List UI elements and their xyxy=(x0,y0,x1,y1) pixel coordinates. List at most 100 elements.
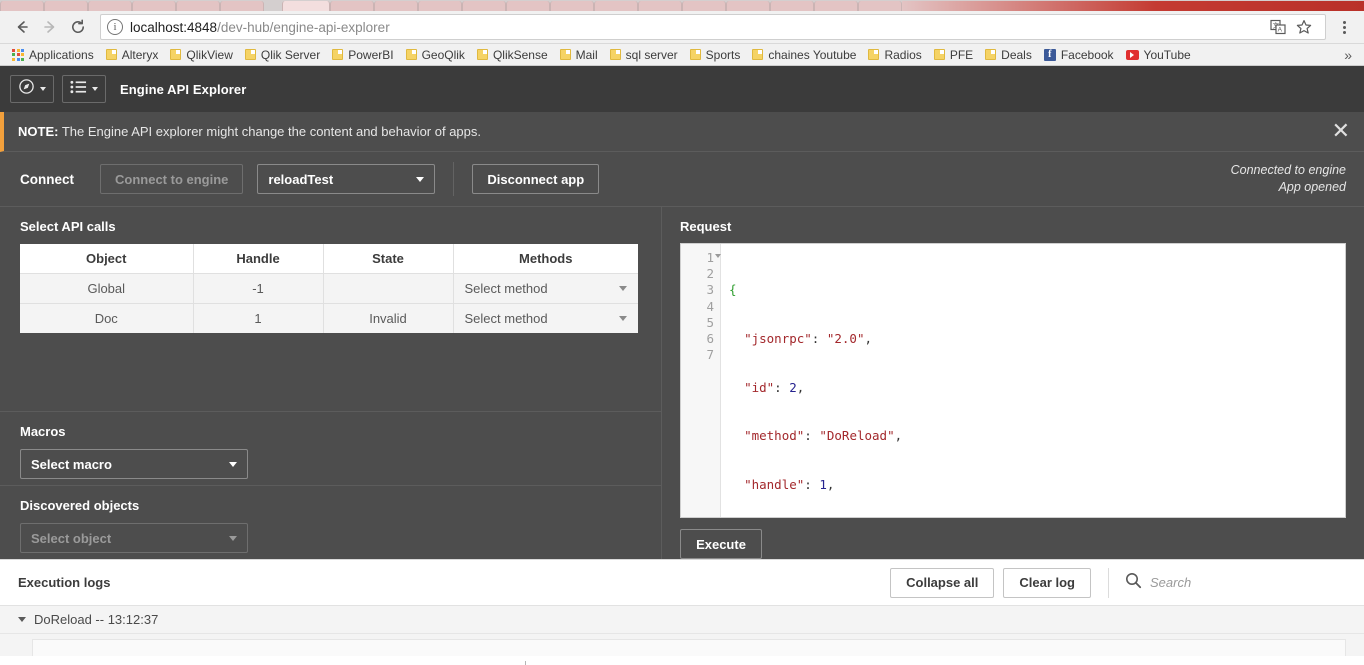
log-search[interactable]: Search xyxy=(1108,568,1346,598)
back-arrow-icon[interactable] xyxy=(8,13,36,41)
macros-section: Macros Select macro xyxy=(0,411,661,485)
code-line: { xyxy=(729,282,1345,298)
bookmark-label: sql server xyxy=(626,48,678,62)
bookmarks-overflow-icon[interactable]: » xyxy=(1344,47,1358,63)
json-value: "DoReload" xyxy=(819,428,894,443)
editor-gutter: 1 2 3 4 5 6 7 xyxy=(681,244,721,517)
code-line: "jsonrpc": "2.0", xyxy=(729,331,1345,347)
object-select[interactable]: Select object xyxy=(20,523,248,553)
browser-tab[interactable] xyxy=(902,1,1364,11)
bookmark-item-applications[interactable]: Applications xyxy=(6,45,100,65)
bookmark-item-sports[interactable]: Sports xyxy=(684,45,747,65)
info-icon[interactable]: i xyxy=(107,19,123,35)
list-menu-button[interactable] xyxy=(62,75,106,103)
browser-tab[interactable] xyxy=(594,1,638,11)
cell-object: Doc xyxy=(20,303,193,333)
right-panel: Request 1 2 3 4 5 6 7 { "jsonrpc": "2.0"… xyxy=(662,207,1364,559)
execute-button[interactable]: Execute xyxy=(680,529,762,559)
bookmark-item-facebook[interactable]: fFacebook xyxy=(1038,45,1120,65)
json-value: 2 xyxy=(789,380,797,395)
method-select-doc[interactable]: Select method xyxy=(454,304,639,333)
line-number: 3 xyxy=(681,282,720,298)
browser-tab[interactable] xyxy=(176,1,220,11)
clear-log-button[interactable]: Clear log xyxy=(1003,568,1091,598)
bookmark-item-powerbi[interactable]: PowerBI xyxy=(326,45,399,65)
bookmark-item-mail[interactable]: Mail xyxy=(554,45,604,65)
expand-triangle-icon[interactable] xyxy=(18,617,26,622)
discovered-objects-title: Discovered objects xyxy=(20,498,641,513)
bookmark-label: PowerBI xyxy=(348,48,393,62)
browser-tab-active[interactable] xyxy=(282,1,330,11)
browser-tab[interactable] xyxy=(550,1,594,11)
bookmark-item-qlikview[interactable]: QlikView xyxy=(164,45,238,65)
browser-tab[interactable] xyxy=(44,1,88,11)
bookmark-item-qlik-server[interactable]: Qlik Server xyxy=(239,45,326,65)
note-banner: NOTE: The Engine API explorer might chan… xyxy=(0,112,1364,152)
browser-tab[interactable] xyxy=(814,1,858,11)
status-line-engine: Connected to engine xyxy=(1231,162,1346,179)
close-icon[interactable]: ✕ xyxy=(1332,121,1350,143)
folder-icon xyxy=(752,49,763,60)
browser-tab[interactable] xyxy=(418,1,462,11)
code-line: "handle": 1, xyxy=(729,477,1345,493)
browser-tab[interactable] xyxy=(770,1,814,11)
search-input[interactable]: Search xyxy=(1150,575,1191,590)
connect-to-engine-button[interactable]: Connect to engine xyxy=(100,164,243,194)
column-header-object: Object xyxy=(20,244,193,273)
browser-tab[interactable] xyxy=(88,1,132,11)
youtube-icon xyxy=(1126,50,1139,60)
kebab-menu-icon[interactable] xyxy=(1332,13,1356,41)
bookmark-item-geoqlik[interactable]: GeoQlik xyxy=(400,45,471,65)
bookmark-item-pfe[interactable]: PFE xyxy=(928,45,979,65)
bookmark-item-chaines-youtube[interactable]: chaines Youtube xyxy=(746,45,862,65)
folder-icon xyxy=(868,49,879,60)
method-select-global[interactable]: Select method xyxy=(454,274,639,303)
browser-tab[interactable] xyxy=(858,1,902,11)
facebook-icon: f xyxy=(1044,49,1056,61)
bookmark-label: Applications xyxy=(29,48,94,62)
folder-icon xyxy=(560,49,571,60)
table-header-row: Object Handle State Methods xyxy=(20,244,638,273)
bookmark-label: Qlik Server xyxy=(261,48,320,62)
folder-icon xyxy=(332,49,343,60)
fold-arrow-icon[interactable] xyxy=(715,254,721,258)
cell-handle: -1 xyxy=(193,273,323,303)
browser-tab[interactable] xyxy=(506,1,550,11)
browser-tab[interactable] xyxy=(220,1,264,11)
disconnect-app-button[interactable]: Disconnect app xyxy=(472,164,599,194)
json-key: "method" xyxy=(744,428,804,443)
request-json-code[interactable]: { "jsonrpc": "2.0", "id": 2, "method": "… xyxy=(721,244,1345,517)
cell-state xyxy=(323,273,453,303)
line-number: 6 xyxy=(681,331,720,347)
log-entry[interactable]: DoReload -- 13:12:37 xyxy=(0,606,1364,634)
json-value: 1 xyxy=(819,477,827,492)
browser-tab[interactable] xyxy=(0,1,44,11)
bookmark-item-sql-server[interactable]: sql server xyxy=(604,45,684,65)
bookmark-item-qliksense[interactable]: QlikSense xyxy=(471,45,554,65)
browser-tab[interactable] xyxy=(726,1,770,11)
browser-tab[interactable] xyxy=(462,1,506,11)
bookmark-star-icon[interactable] xyxy=(1293,16,1315,38)
collapse-all-button[interactable]: Collapse all xyxy=(890,568,994,598)
bookmark-label: chaines Youtube xyxy=(768,48,856,62)
bookmark-item-alteryx[interactable]: Alteryx xyxy=(100,45,165,65)
list-icon xyxy=(70,80,87,99)
bookmark-item-deals[interactable]: Deals xyxy=(979,45,1038,65)
bookmark-item-youtube[interactable]: YouTube xyxy=(1120,45,1197,65)
translate-icon[interactable]: 文A xyxy=(1267,16,1289,38)
folder-icon xyxy=(170,49,181,60)
macro-select[interactable]: Select macro xyxy=(20,449,248,479)
browser-tab[interactable] xyxy=(132,1,176,11)
browser-tab[interactable] xyxy=(374,1,418,11)
bookmark-item-radios[interactable]: Radios xyxy=(862,45,927,65)
nav-menu-button[interactable] xyxy=(10,75,54,103)
request-editor[interactable]: 1 2 3 4 5 6 7 { "jsonrpc": "2.0", "id": … xyxy=(680,243,1346,518)
reload-icon[interactable] xyxy=(64,13,92,41)
browser-tab[interactable] xyxy=(638,1,682,11)
app-select-value: reloadTest xyxy=(268,172,333,187)
url-bar[interactable]: i localhost:4848/dev-hub/engine-api-expl… xyxy=(100,14,1326,40)
browser-tabstrip[interactable] xyxy=(0,0,1364,11)
browser-tab[interactable] xyxy=(330,1,374,11)
browser-tab[interactable] xyxy=(682,1,726,11)
app-select[interactable]: reloadTest xyxy=(257,164,435,194)
